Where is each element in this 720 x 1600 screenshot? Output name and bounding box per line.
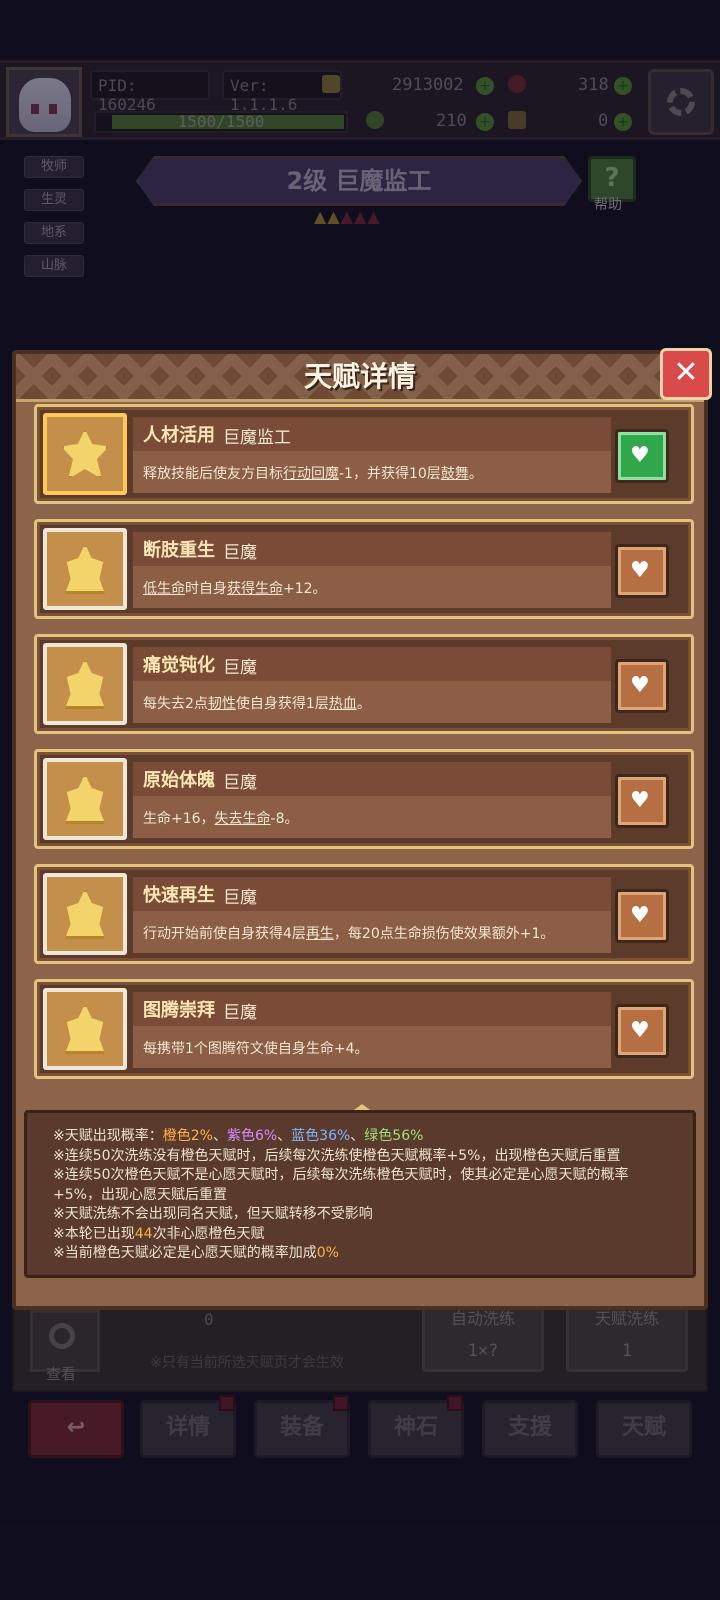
keyword-link[interactable]: 再生 — [306, 926, 334, 942]
count-prefix: ※本轮已出现 — [53, 1225, 135, 1242]
talent-description: 低生命时自身获得生命+12。 — [143, 578, 327, 598]
wish-toggle-button[interactable]: ♥ — [615, 429, 669, 483]
keyword-link[interactable]: 鼓舞 — [441, 466, 469, 482]
talent-name: 快速再生 — [143, 885, 215, 906]
talent-name: 图腾崇拜 — [143, 1000, 215, 1021]
talent-card[interactable]: 原始体魄 巨魔生命+16，失去生命-8。 ♥ — [34, 749, 694, 849]
keyword-link[interactable]: 失去生命 — [215, 811, 271, 827]
modal-header: 天赋详情 — [16, 354, 704, 402]
crown-icon — [64, 659, 106, 709]
talent-icon-frame — [43, 988, 127, 1070]
bonus-prefix: ※当前橙色天赋必定是心愿天赋的概率加成 — [53, 1245, 317, 1261]
talent-icon-frame — [43, 528, 127, 610]
desc-text: 释放技能后使友方目标 — [143, 466, 283, 482]
talent-type: 巨魔 — [223, 773, 257, 793]
info-line-rates: ※天赋出现概率：橙色2%、紫色6%、蓝色36%、绿色56% — [53, 1127, 667, 1147]
rate-green: 绿色56% — [364, 1128, 424, 1144]
crown-icon — [64, 544, 106, 594]
talent-description: 每失去2点韧性使自身获得1层热血。 — [143, 693, 371, 713]
talent-type: 巨魔 — [223, 888, 257, 908]
talent-type: 巨魔 — [223, 1003, 257, 1023]
desc-text: 。 — [468, 466, 483, 482]
talent-card[interactable]: 图腾崇拜 巨魔每携带1个图腾符文使自身生命+4。 ♥ — [34, 979, 694, 1079]
heart-icon: ♥ — [630, 558, 650, 583]
talent-description: 行动开始前使自身获得4层再生，每20点生命损伤使效果额外+1。 — [143, 923, 554, 943]
wish-toggle-button[interactable]: ♥ — [615, 544, 669, 598]
desc-text: 每携带1个图腾符文使自身生命+4。 — [143, 1041, 369, 1057]
talent-name: 原始体魄 — [143, 770, 215, 791]
keyword-link[interactable]: 行动回魔 — [283, 466, 339, 482]
talent-card[interactable]: 痛觉钝化 巨魔每失去2点韧性使自身获得1层热血。 ♥ — [34, 634, 694, 734]
rate-blue: 蓝色36% — [291, 1128, 351, 1144]
star-icon — [61, 429, 109, 479]
crown-icon — [64, 889, 106, 939]
desc-text: -1，并获得10层 — [339, 466, 441, 482]
talent-icon-frame — [43, 643, 127, 725]
game-screen: PID: 160246 Ver: 1.1.1.6 2913002 + 318 +… — [0, 0, 720, 1600]
close-icon: ✕ — [673, 355, 699, 390]
talent-icon-frame — [43, 873, 127, 955]
rate-orange: 橙色2% — [162, 1128, 213, 1144]
crown-icon — [64, 1004, 106, 1054]
desc-text: -8。 — [270, 811, 299, 827]
talent-type: 巨魔监工 — [223, 428, 291, 448]
wish-toggle-button[interactable]: ♥ — [615, 889, 669, 943]
heart-icon: ♥ — [630, 1018, 650, 1043]
talent-icon-frame — [43, 413, 127, 495]
desc-text: ，每20点生命损伤使效果额外+1。 — [333, 926, 555, 942]
rate-prefix: ※天赋出现概率： — [53, 1128, 163, 1144]
close-button[interactable]: ✕ — [660, 348, 712, 400]
talent-description: 每携带1个图腾符文使自身生命+4。 — [143, 1038, 369, 1058]
wish-toggle-button[interactable]: ♥ — [615, 1004, 669, 1058]
talent-name: 断肢重生 — [143, 540, 215, 561]
wish-toggle-button[interactable]: ♥ — [615, 774, 669, 828]
talent-name: 痛觉钝化 — [143, 655, 215, 676]
keyword-link[interactable]: 获得生命 — [227, 581, 283, 597]
desc-text: 每失去2点 — [143, 696, 208, 712]
info-line-bonus: ※当前橙色天赋必定是心愿天赋的概率加成0% — [53, 1244, 667, 1264]
heart-icon: ♥ — [630, 788, 650, 813]
talent-card[interactable]: 人材活用 巨魔监工释放技能后使友方目标行动回魔-1，并获得10层鼓舞。 ♥ — [34, 404, 694, 504]
wish-toggle-button[interactable]: ♥ — [615, 659, 669, 713]
keyword-link[interactable]: 热血 — [329, 696, 357, 712]
talent-description: 释放技能后使友方目标行动回魔-1，并获得10层鼓舞。 — [143, 463, 483, 483]
talent-card[interactable]: 快速再生 巨魔行动开始前使自身获得4层再生，每20点生命损伤使效果额外+1。 ♥ — [34, 864, 694, 964]
probability-info: ※天赋出现概率：橙色2%、紫色6%、蓝色36%、绿色56% ※连续50次洗练没有… — [24, 1110, 696, 1278]
rate-sep: 、 — [277, 1128, 292, 1144]
bonus-number: 0% — [316, 1245, 339, 1261]
info-line-duplicate: ※天赋洗练不会出现同名天赋，但天赋转移不受影响 — [53, 1206, 373, 1222]
talent-description: 生命+16，失去生命-8。 — [143, 808, 299, 828]
count-number: 44 — [134, 1225, 153, 1242]
info-line-pity-wish: ※连续50次橙色天赋不是心愿天赋时，后续每次洗练橙色天赋时，使其必定是心愿天赋的… — [53, 1167, 629, 1203]
info-line-pity-orange: ※连续50次洗练没有橙色天赋时，后续每次洗练使橙色天赋概率+5%，出现橙色天赋后… — [53, 1147, 621, 1164]
crown-icon — [64, 774, 106, 824]
talent-name: 人材活用 — [143, 425, 215, 446]
desc-text: 使自身获得1层 — [235, 696, 329, 712]
desc-text: 时自身 — [185, 581, 227, 597]
count-suffix: 次非心愿橙色天赋 — [152, 1225, 265, 1242]
talent-type: 巨魔 — [223, 543, 257, 563]
heart-icon: ♥ — [630, 903, 650, 928]
rate-sep: 、 — [212, 1128, 227, 1144]
talent-card[interactable]: 断肢重生 巨魔低生命时自身获得生命+12。 ♥ — [34, 519, 694, 619]
talent-type: 巨魔 — [223, 658, 257, 678]
desc-text: 。 — [356, 696, 371, 712]
keyword-link[interactable]: 韧性 — [208, 696, 236, 712]
desc-text: 生命+16， — [143, 811, 215, 827]
rate-purple: 紫色6% — [226, 1128, 278, 1144]
heart-icon: ♥ — [630, 673, 650, 698]
talent-icon-frame — [43, 758, 127, 840]
desc-text: +12。 — [283, 581, 327, 597]
heart-icon: ♥ — [630, 443, 650, 468]
modal-title: 天赋详情 — [303, 360, 416, 393]
info-line-count: ※本轮已出现44次非心愿橙色天赋 — [53, 1225, 667, 1245]
talent-detail-modal: 天赋详情 ✕ 人材活用 巨魔监工释放技能后使友方目标行动回魔-1，并获得10层鼓舞… — [12, 348, 712, 1310]
rate-sep: 、 — [350, 1128, 365, 1144]
desc-text: 行动开始前使自身获得4层 — [143, 926, 306, 942]
keyword-link[interactable]: 低生命 — [143, 581, 185, 597]
